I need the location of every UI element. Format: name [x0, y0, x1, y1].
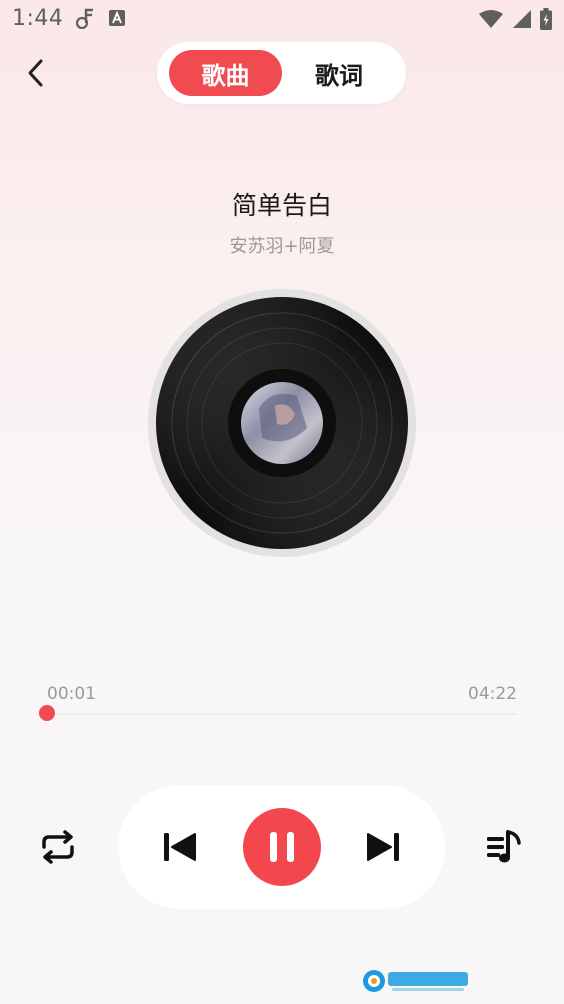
music-note-icon	[75, 7, 96, 33]
song-title: 简单告白	[231, 191, 332, 220]
repeat-button[interactable]	[38, 829, 78, 869]
tab-song[interactable]: 歌曲	[169, 50, 282, 96]
signal-icon	[512, 9, 532, 33]
battery-icon	[540, 8, 552, 34]
status-time: 1:44	[12, 6, 64, 31]
wifi-icon	[478, 9, 504, 33]
previous-icon	[164, 833, 196, 861]
playlist-button[interactable]	[486, 829, 524, 869]
status-left-icons	[75, 7, 126, 33]
tab-switcher: 歌曲 歌词	[157, 42, 406, 104]
keyboard-a-icon	[108, 9, 126, 31]
next-button[interactable]	[366, 831, 400, 867]
progress-track[interactable]	[45, 713, 517, 715]
playlist-icon	[487, 830, 521, 863]
progress-knob[interactable]	[38, 705, 55, 721]
total-time: 04:22	[468, 684, 517, 704]
pause-icon	[270, 832, 294, 862]
vinyl-disc	[147, 288, 417, 558]
tab-lyrics[interactable]: 歌词	[287, 50, 391, 96]
current-time: 00:01	[47, 684, 96, 704]
repeat-icon	[42, 830, 74, 864]
next-icon	[367, 833, 399, 861]
previous-button[interactable]	[163, 831, 197, 867]
back-button[interactable]	[22, 58, 52, 88]
status-right-icons	[478, 8, 552, 34]
chevron-left-icon	[28, 59, 43, 87]
watermark-logo	[362, 967, 482, 995]
pause-button[interactable]	[243, 808, 321, 886]
artist-name: 安苏羽+阿夏	[229, 236, 335, 257]
